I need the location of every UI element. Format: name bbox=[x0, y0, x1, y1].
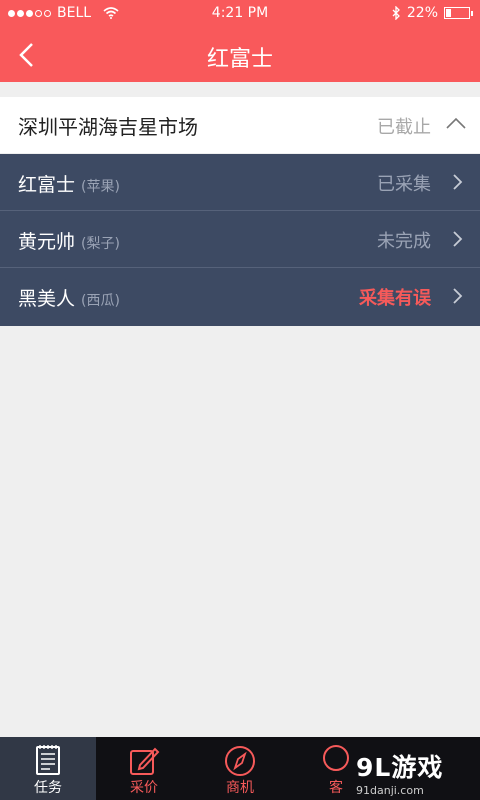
chevron-right-icon bbox=[453, 288, 463, 304]
task-state: 未完成 bbox=[377, 231, 431, 252]
list-item[interactable]: 红富士 (苹果) 已采集 bbox=[0, 154, 480, 211]
battery-fill bbox=[446, 9, 451, 17]
product-name: 红富士 (苹果) bbox=[18, 170, 120, 197]
battery-percent: 22% bbox=[406, 5, 438, 21]
chevron-right-icon bbox=[453, 174, 463, 190]
tab-label: 商机 bbox=[226, 780, 254, 796]
watermark-logo: 9L游戏 bbox=[356, 753, 444, 782]
product-label: 红富士 bbox=[18, 174, 76, 196]
tab-label: 采价 bbox=[130, 780, 158, 796]
edit-icon bbox=[130, 747, 160, 775]
battery-icon bbox=[444, 7, 473, 19]
product-name: 黑美人 (西瓜) bbox=[18, 284, 120, 311]
product-category: (苹果) bbox=[81, 179, 120, 195]
watermark-site: 91danji.com bbox=[356, 784, 424, 797]
market-status: 已截止 bbox=[377, 117, 431, 138]
task-list: 红富士 (苹果) 已采集 黄元帅 (梨子) 未完成 黑美人 (西瓜) 采集有误 bbox=[0, 154, 480, 326]
product-category: (西瓜) bbox=[81, 293, 120, 309]
product-label: 黑美人 bbox=[18, 288, 76, 310]
page-title: 红富士 bbox=[206, 47, 273, 72]
watermark: 9L游戏 91danji.com bbox=[356, 748, 466, 797]
market-name: 深圳平湖海吉星市场 bbox=[18, 115, 198, 139]
tab-business[interactable]: 商机 bbox=[192, 737, 288, 800]
product-label: 黄元帅 bbox=[18, 231, 76, 253]
task-state: 已采集 bbox=[377, 174, 431, 195]
user-icon bbox=[323, 745, 349, 771]
list-item[interactable]: 黄元帅 (梨子) 未完成 bbox=[0, 211, 480, 268]
notepad-icon bbox=[36, 745, 60, 775]
market-header[interactable]: 深圳平湖海吉星市场 已截止 bbox=[0, 97, 480, 153]
status-right: 22% bbox=[391, 5, 473, 21]
chevron-up-icon[interactable] bbox=[444, 112, 468, 136]
list-item[interactable]: 黑美人 (西瓜) 采集有误 bbox=[0, 268, 480, 326]
product-name: 黄元帅 (梨子) bbox=[18, 227, 120, 254]
tab-tasks[interactable]: 任务 bbox=[0, 737, 96, 800]
status-bar: BELL 4:21 PM 22% bbox=[0, 0, 480, 28]
chevron-right-icon bbox=[453, 231, 463, 247]
task-state-error: 采集有误 bbox=[359, 288, 431, 309]
product-category: (梨子) bbox=[81, 236, 120, 252]
tab-pricing[interactable]: 采价 bbox=[96, 737, 192, 800]
nav-bar: 红富士 bbox=[0, 28, 480, 82]
tab-label: 任务 bbox=[34, 780, 62, 796]
bluetooth-icon bbox=[392, 6, 400, 20]
compass-icon bbox=[225, 746, 255, 776]
